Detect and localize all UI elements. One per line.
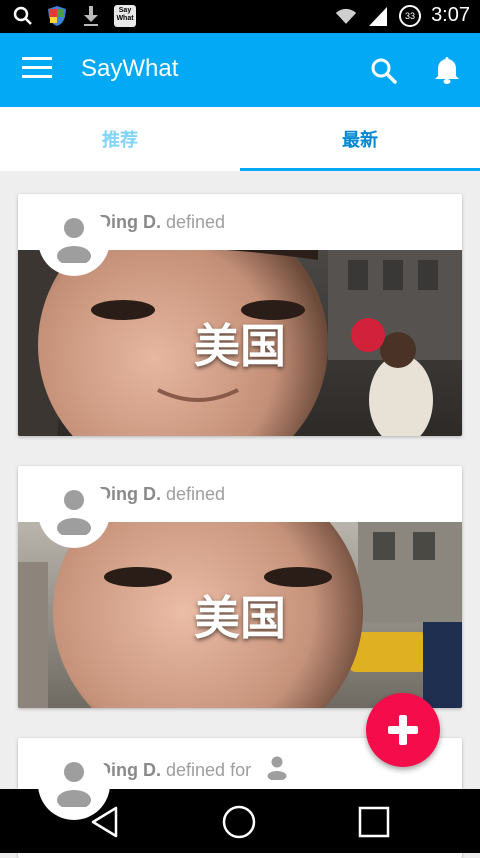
shield-icon [46, 5, 68, 27]
tab-bar: 推荐 最新 [0, 107, 480, 171]
home-icon[interactable] [222, 805, 256, 839]
app-title: SayWhat [81, 55, 179, 82]
signal-icon [367, 5, 389, 27]
clock: 3:07 [431, 4, 470, 26]
card-byline: Ding D. defined [98, 212, 225, 233]
card-byline: Ding D. defined for [98, 756, 288, 781]
person-icon [57, 762, 91, 807]
battery-icon: 33 [399, 4, 422, 27]
menu-icon[interactable] [22, 57, 52, 83]
feed-card[interactable]: Ding D. defined 美国 [18, 194, 462, 436]
feed-card[interactable]: Ding D. defined 美国 [18, 466, 462, 708]
tab-latest[interactable]: 最新 [240, 107, 480, 171]
plus-icon [388, 715, 418, 745]
saywhat-notification-icon: Say What [114, 5, 136, 27]
video-thumbnail[interactable]: 美国 [18, 250, 462, 436]
tab-indicator [240, 168, 480, 171]
search-icon[interactable] [370, 57, 398, 85]
wifi-icon [335, 5, 357, 27]
status-bar: Say What 33 3:07 [0, 0, 480, 33]
avatar[interactable] [38, 204, 110, 276]
person-icon [57, 218, 91, 263]
avatar[interactable] [38, 476, 110, 548]
recents-icon[interactable] [357, 805, 391, 839]
avatar[interactable] [38, 748, 110, 820]
tab-recommended[interactable]: 推荐 [0, 107, 240, 171]
action-text: defined for [166, 760, 252, 780]
card-byline: Ding D. defined [98, 484, 225, 505]
caption-text: 美国 [194, 319, 286, 373]
app-bar: SayWhat [0, 33, 480, 107]
download-icon [80, 5, 102, 27]
recipient-person-icon[interactable] [266, 756, 288, 781]
action-text: defined [166, 484, 226, 504]
bell-icon[interactable] [433, 55, 461, 85]
action-text: defined [166, 212, 226, 232]
create-button[interactable] [366, 693, 440, 767]
video-thumbnail[interactable]: 美国 [18, 522, 462, 708]
caption-text: 美国 [194, 591, 286, 645]
search-icon [12, 5, 34, 27]
person-icon [57, 490, 91, 535]
